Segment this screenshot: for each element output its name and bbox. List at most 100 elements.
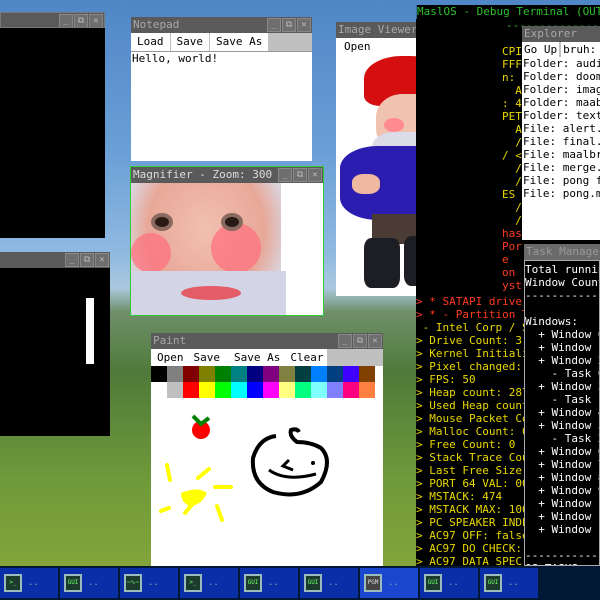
palette-color[interactable] [231,382,247,398]
titlebar[interactable]: _ ⧉ ✕ [0,252,110,268]
task-line: + Window 12 [538,523,599,536]
taskbar-button[interactable]: >_.. [0,568,58,598]
palette-color[interactable] [215,366,231,382]
restore-icon[interactable]: ⧉ [80,253,94,267]
minimize-icon[interactable]: _ [65,253,79,267]
minimize-icon[interactable]: _ [338,334,352,348]
palette-color[interactable] [183,382,199,398]
palette-color[interactable] [359,366,375,382]
window-title: Notepad [133,18,180,31]
load-button[interactable]: Load [131,33,171,51]
close-icon[interactable]: ✕ [368,334,382,348]
restore-icon[interactable]: ⧉ [282,18,296,32]
file-item[interactable]: Folder: audi [523,57,600,70]
palette-color[interactable] [199,382,215,398]
pong-canvas[interactable] [0,268,110,436]
terminal-line: / [502,214,522,227]
restore-icon[interactable]: ⧉ [293,168,307,182]
file-item[interactable]: File: alert. [523,122,600,135]
file-item[interactable]: File: final. [523,135,600,148]
titlebar[interactable]: Explorer [522,26,600,42]
task-line [525,536,599,549]
palette-color[interactable] [311,382,327,398]
palette-color[interactable] [247,382,263,398]
palette-color[interactable] [327,366,343,382]
palette-color[interactable] [151,382,167,398]
window-task-manager[interactable]: Task Manager Total runnin Window Count ---… [524,244,600,566]
taskbar-label: .. [208,578,219,588]
notepad-text-area[interactable]: Hello, world! [131,51,312,161]
file-item[interactable]: Folder: maab [523,96,600,109]
close-icon[interactable]: ✕ [308,168,322,182]
taskbar-button[interactable]: GUI.. [480,568,538,598]
taskbar-button[interactable]: ~∿~.. [120,568,178,598]
palette-color[interactable] [279,382,295,398]
window-magnifier[interactable]: Magnifier - Zoom: 300 _ ⧉ ✕ [130,166,324,316]
taskbar-button[interactable]: GUI.. [60,568,118,598]
titlebar[interactable]: _ ⧉ ✕ [0,12,105,28]
window-paint[interactable]: Paint _ ⧉ ✕ Open Save Save As Clear [151,333,383,584]
file-item[interactable]: Folder: doom [523,70,600,83]
window-pong[interactable]: _ ⧉ ✕ [0,252,110,436]
window-explorer[interactable]: Explorer Go Up bruh: Folder: audi Folder:… [522,26,600,240]
save-as-button[interactable]: Save As [210,33,270,51]
taskbar-button[interactable]: PGM.. [360,568,418,598]
path-field[interactable]: bruh: [561,42,600,57]
titlebar[interactable]: Paint _ ⧉ ✕ [151,333,383,349]
palette-color[interactable] [359,382,375,398]
palette-color[interactable] [311,366,327,382]
clear-button[interactable]: Clear [286,349,328,366]
file-item[interactable]: Folder: imag [523,83,600,96]
titlebar[interactable]: Magnifier - Zoom: 300 _ ⧉ ✕ [131,167,323,183]
palette-color[interactable] [151,366,167,382]
minimize-icon[interactable]: _ [59,14,73,27]
save-button[interactable]: Save [170,33,210,51]
terminal-line: n: [502,71,522,84]
palette-color[interactable] [327,382,343,398]
palette-color[interactable] [247,366,263,382]
restore-icon[interactable]: ⧉ [74,14,88,27]
palette-color[interactable] [263,382,279,398]
file-item[interactable]: File: maalbr [523,148,600,161]
minimize-icon[interactable]: _ [278,168,292,182]
file-item[interactable]: File: pong.m [523,187,600,200]
palette-color[interactable] [231,366,247,382]
close-icon[interactable]: ✕ [297,18,311,32]
minimize-icon[interactable]: _ [267,18,281,32]
task-line: + Window 7 [525,458,600,471]
open-button[interactable]: Open [344,40,371,53]
taskbar-button[interactable]: >_.. [180,568,238,598]
paint-canvas[interactable] [151,398,383,584]
titlebar[interactable]: Task Manager [524,244,600,260]
go-up-button[interactable]: Go Up [522,42,560,57]
palette-color[interactable] [167,366,183,382]
file-item[interactable]: Folder: text [523,109,600,122]
restore-icon[interactable]: ⧉ [353,334,367,348]
open-button[interactable]: Open [151,349,188,366]
taskbar-button[interactable]: GUI.. [240,568,298,598]
taskbar-label: .. [388,578,399,588]
color-palette[interactable] [151,366,383,398]
taskbar-button[interactable]: GUI.. [300,568,358,598]
palette-color[interactable] [343,366,359,382]
window-notepad[interactable]: Notepad _ ⧉ ✕ Load Save Save As Hello, wor… [131,17,312,161]
palette-color[interactable] [279,366,295,382]
titlebar[interactable]: Notepad _ ⧉ ✕ [131,17,312,33]
close-icon[interactable]: ✕ [89,14,103,27]
file-item[interactable]: File: pong f [523,174,600,187]
palette-color[interactable] [295,382,311,398]
palette-color[interactable] [167,382,183,398]
palette-color[interactable] [183,366,199,382]
save-as-button[interactable]: Save As [228,349,287,366]
file-item[interactable]: File: merge. [523,161,600,174]
save-button[interactable]: Save [187,349,228,366]
palette-color[interactable] [215,382,231,398]
taskbar-button[interactable]: GUI.. [420,568,478,598]
window-terminal-top-left[interactable]: _ ⧉ ✕ [0,12,105,240]
palette-color[interactable] [343,382,359,398]
palette-color[interactable] [295,366,311,382]
close-icon[interactable]: ✕ [95,253,109,267]
palette-color[interactable] [263,366,279,382]
palette-color[interactable] [199,366,215,382]
taskbar: >_.. GUI.. ~∿~.. >_.. GUI.. GUI.. PGM.. GUI.. GU… [0,566,600,600]
